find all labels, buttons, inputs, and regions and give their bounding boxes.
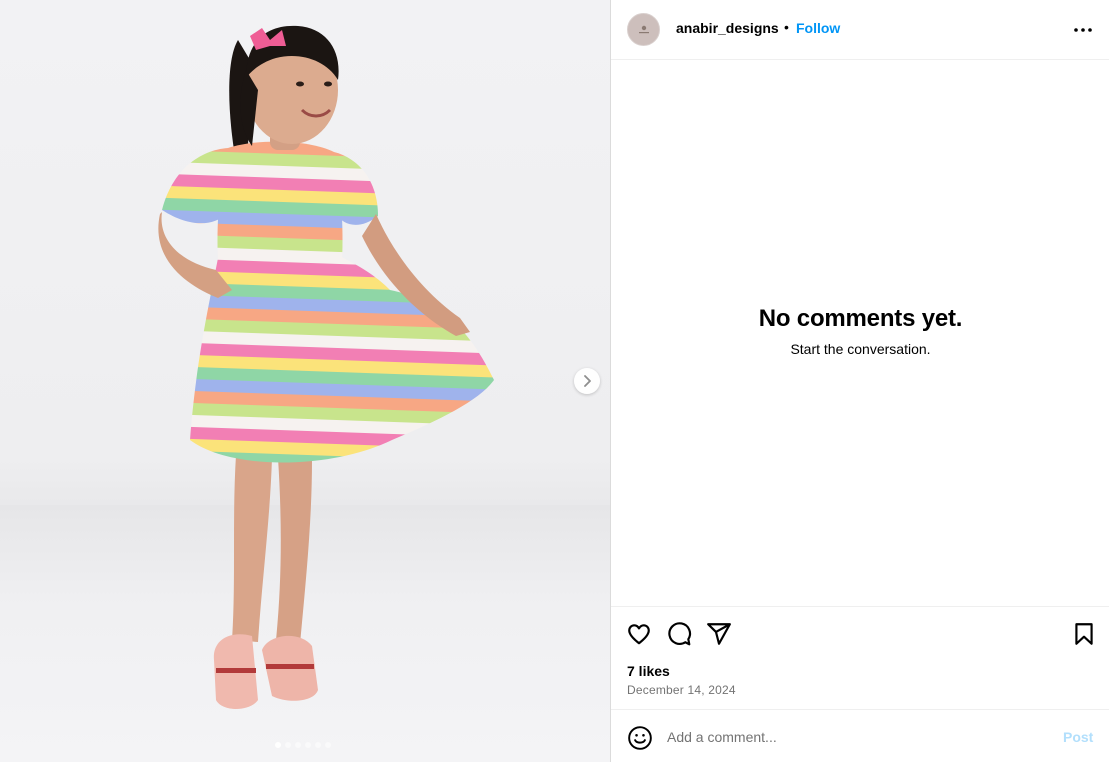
carousel-dot [325, 742, 331, 748]
post-actions: 7 likes December 14, 2024 [611, 606, 1109, 710]
comment-composer: Post [611, 711, 1109, 762]
comment-icon[interactable] [666, 621, 692, 647]
carousel-dot [295, 742, 301, 748]
empty-comments-subtitle: Start the conversation. [790, 341, 931, 357]
post-sidebar: anabir_designs • Follow No comments yet.… [610, 0, 1109, 762]
more-options-icon[interactable] [1071, 19, 1095, 41]
likes-count[interactable]: 7 likes [627, 663, 670, 679]
carousel-dot [315, 742, 321, 748]
next-slide-button[interactable] [574, 368, 600, 394]
carousel-dot [275, 742, 281, 748]
brand-logo-icon [638, 25, 649, 33]
post-photo [158, 25, 494, 709]
comments-empty-state: No comments yet. Start the conversation. [611, 305, 1109, 357]
post-date: December 14, 2024 [627, 683, 736, 697]
avatar[interactable] [627, 13, 660, 46]
comment-input[interactable] [667, 725, 1047, 749]
username-link[interactable]: anabir_designs [676, 20, 779, 36]
chevron-right-icon [584, 375, 591, 387]
post-comment-button[interactable]: Post [1063, 729, 1093, 745]
follow-button[interactable]: Follow [796, 20, 840, 36]
carousel-indicator [275, 742, 331, 748]
post-media[interactable] [0, 0, 610, 762]
carousel-dot [285, 742, 291, 748]
heart-icon[interactable] [626, 621, 652, 647]
post-header: anabir_designs • Follow [611, 0, 1109, 60]
emoji-icon[interactable] [627, 725, 653, 751]
bookmark-icon[interactable] [1071, 621, 1097, 647]
carousel-dot [305, 742, 311, 748]
paper-plane-icon[interactable] [706, 621, 732, 647]
empty-comments-title: No comments yet. [758, 305, 963, 332]
separator-dot: • [784, 19, 789, 35]
